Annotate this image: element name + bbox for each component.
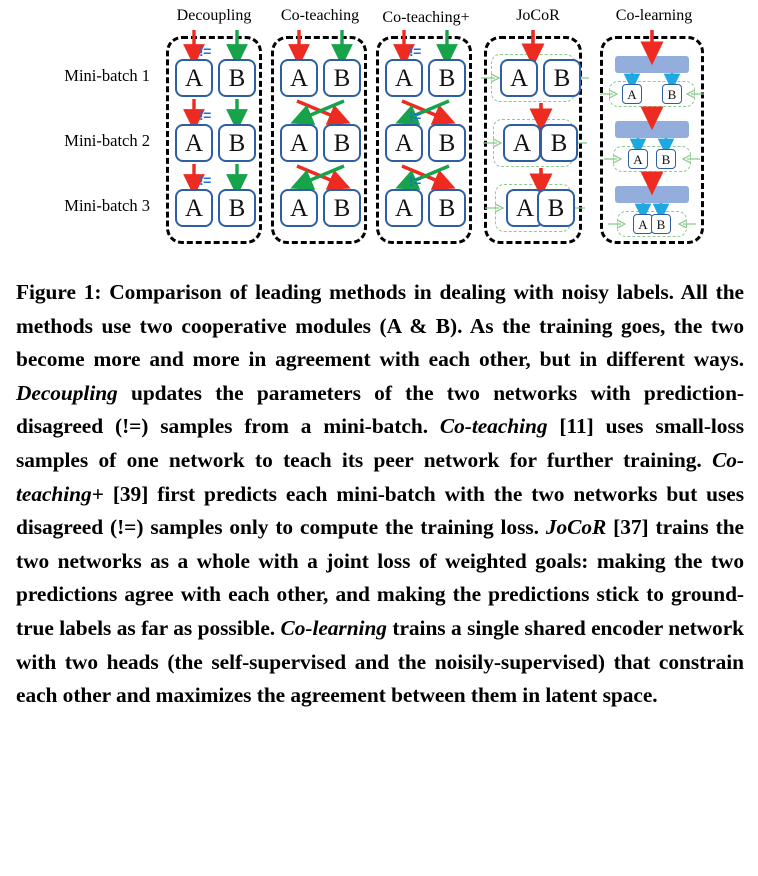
module-a-decoupling-row2: A	[175, 124, 213, 162]
neq-marker-co-teaching-plus-row1: !=	[409, 43, 421, 59]
caption-method-name: Co-teaching	[439, 414, 548, 439]
row-label-mini-batch-3: Mini-batch 3	[64, 196, 150, 215]
module-b-co-teaching-plus-row3: B	[428, 189, 466, 227]
module-a-co-teaching-row1: A	[280, 59, 318, 97]
head-b-co-learning-row3: B	[651, 214, 671, 234]
module-b-decoupling-row1: B	[218, 59, 256, 97]
head-a-co-learning-row2: A	[628, 149, 648, 169]
caption-text: Figure 1: Comparison of leading methods …	[16, 280, 744, 372]
module-b-co-teaching-row1: B	[323, 59, 361, 97]
module-a-co-teaching-row2: A	[280, 124, 318, 162]
module-b-jocor-row3: B	[537, 189, 575, 227]
shared-encoder-row1	[615, 56, 689, 73]
head-a-co-learning-row3: A	[633, 214, 653, 234]
module-a-jocor-row2: A	[503, 124, 541, 162]
module-a-decoupling-row1: A	[175, 59, 213, 97]
module-b-co-teaching-plus-row2: B	[428, 124, 466, 162]
column-header-jocor: JoCoR	[516, 7, 560, 24]
head-b-co-learning-row1: B	[662, 84, 682, 104]
module-b-jocor-row1: B	[543, 59, 581, 97]
row-label-mini-batch-2: Mini-batch 2	[64, 131, 150, 150]
module-a-co-teaching-plus-row2: A	[385, 124, 423, 162]
module-b-co-teaching-row3: B	[323, 189, 361, 227]
module-b-decoupling-row2: B	[218, 124, 256, 162]
agreement-group-co-learning-row2	[613, 146, 691, 172]
column-header-decoupling: Decoupling	[176, 7, 252, 24]
module-a-co-teaching-row3: A	[280, 189, 318, 227]
column-header-co-teaching-plus: Co-teaching+	[382, 9, 470, 26]
module-b-co-teaching-row2: B	[323, 124, 361, 162]
row-label-mini-batch-1: Mini-batch 1	[64, 66, 150, 85]
module-b-decoupling-row3: B	[218, 189, 256, 227]
module-a-jocor-row1: A	[500, 59, 538, 97]
figure-caption: Figure 1: Comparison of leading methods …	[16, 276, 744, 713]
neq-marker-decoupling-row1: !=	[199, 43, 211, 59]
neq-marker-co-teaching-plus-row2: !=	[409, 108, 421, 124]
head-a-co-learning-row1: A	[622, 84, 642, 104]
caption-method-name: Decoupling	[16, 380, 118, 405]
caption-method-name: JoCoR	[545, 515, 607, 540]
module-b-jocor-row2: B	[540, 124, 578, 162]
module-b-co-teaching-plus-row1: B	[428, 59, 466, 97]
neq-marker-decoupling-row2: !=	[199, 107, 211, 123]
module-a-co-teaching-plus-row1: A	[385, 59, 423, 97]
shared-encoder-row2	[615, 121, 689, 138]
module-a-co-teaching-plus-row3: A	[385, 189, 423, 227]
neq-marker-co-teaching-plus-row3: !=	[409, 173, 421, 189]
figure-diagram: Decoupling Co-teaching Co-teaching+ JoCo…	[0, 0, 758, 258]
column-header-co-teaching: Co-teaching	[280, 7, 360, 24]
neq-marker-decoupling-row3: !=	[199, 172, 211, 188]
head-b-co-learning-row2: B	[656, 149, 676, 169]
column-header-co-learning: Co-learning	[615, 7, 693, 24]
module-a-decoupling-row3: A	[175, 189, 213, 227]
shared-encoder-row3	[615, 186, 689, 203]
caption-method-name: Co-learning	[280, 615, 387, 640]
